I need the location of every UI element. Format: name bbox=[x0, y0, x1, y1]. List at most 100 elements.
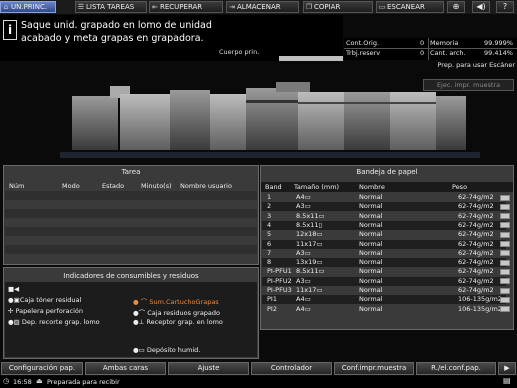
tray-size: A4▭ bbox=[296, 295, 311, 303]
tray-weight: 62-74g/m2 bbox=[458, 240, 494, 248]
warning-message: Saque unid. grapado en lomo de unidad ac… bbox=[21, 19, 341, 45]
waste-toner-box[interactable]: ●▣Caja tóner residual bbox=[8, 296, 81, 304]
tray-row[interactable]: 7 A3▭ Normal 62-74g/m2 bbox=[262, 249, 506, 258]
spine-staple-receiver[interactable]: ●⊥ Receptor grap. en lomo bbox=[133, 318, 223, 326]
tray-size: A3▭ bbox=[296, 277, 311, 285]
tray-row[interactable]: 1 A4▭ Normal 62-74g/m2 bbox=[262, 193, 506, 202]
paper-level-icon bbox=[500, 195, 510, 201]
paper-level-icon bbox=[500, 241, 510, 247]
tab-copy[interactable]: ❐ COPIAR bbox=[303, 1, 373, 13]
paper-level-icon bbox=[500, 278, 510, 284]
paper-conf-reset-button[interactable]: R./el.conf.pap. bbox=[416, 362, 496, 375]
document-icon[interactable]: ▤ bbox=[503, 376, 511, 385]
main-body-label: Cuerpo prin. bbox=[219, 48, 260, 56]
spine-trim-box[interactable]: ●▨ Dep. recorte grap. lomo bbox=[8, 318, 100, 326]
volume-icon[interactable]: ◀) bbox=[472, 1, 490, 13]
tray-band: 7 bbox=[267, 249, 272, 257]
tray-size: 8.5x11▯ bbox=[296, 221, 323, 229]
tab-recover[interactable]: ⇤ RECUPERAR bbox=[149, 1, 223, 13]
paper-level-icon bbox=[500, 222, 510, 228]
scan-icon: ▭ bbox=[378, 3, 386, 11]
tray-row[interactable]: 6 11x17▭ Normal 62-74g/m2 bbox=[262, 240, 506, 249]
file-count-value: 99.414% bbox=[484, 49, 513, 57]
help-icon[interactable]: ? bbox=[496, 1, 514, 13]
humidifier-tank[interactable]: ●▭ Depósito humid. bbox=[133, 346, 200, 354]
home-icon: ⌂ bbox=[3, 3, 9, 11]
col-header-name: Nombre bbox=[359, 183, 385, 191]
tray-row[interactable]: PI1 A4▭ Normal 106-135g/m2 bbox=[262, 295, 506, 304]
alert-dot-icon: ● bbox=[133, 298, 141, 306]
col-header-username: Nombre usuario bbox=[180, 182, 232, 190]
tray-band: 1 bbox=[267, 193, 272, 201]
col-header-num: Núm bbox=[9, 182, 25, 190]
paper-level-icon bbox=[500, 288, 510, 294]
tray-band: PI-PFU3 bbox=[267, 286, 292, 294]
tray-size: 12x18▭ bbox=[296, 230, 323, 238]
tray-weight: 62-74g/m2 bbox=[458, 212, 494, 220]
tray-row[interactable]: 3 8.5x11▭ Normal 62-74g/m2 bbox=[262, 212, 506, 221]
adjust-button[interactable]: Ajuste bbox=[168, 362, 249, 375]
orig-count-value: 0 bbox=[420, 39, 425, 47]
tray-name: Normal bbox=[359, 277, 383, 285]
recover-icon: ⇤ bbox=[152, 3, 158, 11]
col-header-size: Tamaño (mm) bbox=[294, 183, 340, 191]
status-footer: ◷ 16:58 ⏏ Preparada para recibir ▤ bbox=[0, 376, 517, 388]
tray-row[interactable]: PI2 A4▭ Normal 106-135g/m2 bbox=[262, 305, 506, 314]
camera-icon: ■◀ bbox=[8, 285, 20, 293]
tray-weight: 62-74g/m2 bbox=[458, 277, 494, 285]
col-header-tray: Band bbox=[265, 183, 282, 191]
tray-weight: 106-135g/m2 bbox=[458, 295, 502, 303]
tray-name: Normal bbox=[359, 212, 383, 220]
message-line-2: acabado y meta grapas en grapadora. bbox=[21, 33, 204, 44]
paper-level-icon bbox=[500, 204, 510, 210]
tab-scan[interactable]: ▭ ESCANEAR bbox=[376, 1, 444, 13]
tray-band: 4 bbox=[267, 221, 272, 229]
staple-cartridge-warning[interactable]: ● ⌒ Sum.CartuchoGrapas bbox=[133, 296, 219, 306]
controller-button[interactable]: Controlador bbox=[251, 362, 332, 375]
copy-icon: ❐ bbox=[305, 3, 313, 11]
tray-band: 2 bbox=[267, 202, 272, 210]
counter-panel: Cont.Orig. 0 Memoria 99.999% Trbj.reserv… bbox=[344, 38, 517, 60]
tray-row[interactable]: PI-PFU2 A3▭ Normal 62-74g/m2 bbox=[262, 277, 506, 286]
tray-row[interactable]: 2 A3▭ Normal 62-74g/m2 bbox=[262, 202, 506, 211]
col-header-mode: Modo bbox=[62, 182, 80, 190]
memory-value: 99.999% bbox=[484, 39, 513, 47]
tray-band: PI1 bbox=[267, 295, 277, 303]
tray-name: Normal bbox=[359, 202, 383, 210]
tray-row[interactable]: 8 13x19▭ Normal 62-74g/m2 bbox=[262, 258, 506, 267]
ready-status: Preparada para recibir bbox=[47, 378, 120, 386]
tray-row[interactable]: 4 8.5x11▯ Normal 62-74g/m2 bbox=[262, 221, 506, 230]
store-icon: ⇥ bbox=[229, 3, 235, 11]
next-page-icon[interactable]: ▶ bbox=[498, 362, 516, 375]
staple-waste-box[interactable]: ●⌒ Caja residuos grapado bbox=[133, 307, 220, 317]
tray-name: Normal bbox=[359, 258, 383, 266]
paper-level-icon bbox=[500, 260, 510, 266]
tank-icon: ●▭ bbox=[133, 346, 147, 354]
duplex-button[interactable]: Ambas caras bbox=[85, 362, 166, 375]
tray-weight: 62-74g/m2 bbox=[458, 286, 494, 294]
task-list[interactable] bbox=[5, 191, 257, 263]
tray-row[interactable]: PI-PFU3 11x17▭ Normal 62-74g/m2 bbox=[262, 286, 506, 295]
globe-icon[interactable]: ⊕ bbox=[447, 1, 465, 13]
tray-row[interactable]: PI-PFU1 8.5x11▭ Normal 62-74g/m2 bbox=[262, 267, 506, 276]
message-line-1: Saque unid. grapado en lomo de unidad bbox=[21, 20, 212, 31]
staple-waste-icon: ●⌒ bbox=[133, 309, 148, 317]
tray-weight: 62-74g/m2 bbox=[458, 267, 494, 275]
paper-level-icon bbox=[500, 250, 510, 256]
tab-main-unit[interactable]: ⌂ UN.PRINC. bbox=[0, 1, 56, 13]
tab-store[interactable]: ⇥ ALMACENAR bbox=[226, 1, 299, 13]
paper-level-icon bbox=[500, 269, 510, 275]
tray-band: PI-PFU1 bbox=[267, 267, 292, 275]
reserved-jobs-value: 0 bbox=[420, 49, 425, 57]
printer-illustration bbox=[60, 82, 480, 158]
tray-weight: 62-74g/m2 bbox=[458, 221, 494, 229]
memory-label: Memoria bbox=[430, 39, 459, 47]
tray-panel-title: Bandeja de papel bbox=[356, 168, 418, 176]
paper-settings-button[interactable]: Configuración pap. bbox=[1, 362, 83, 375]
punch-waste-box[interactable]: ✢ Papelera perforación bbox=[8, 307, 83, 315]
paper-level-icon bbox=[500, 306, 510, 312]
tab-job-list[interactable]: ☰ LISTA TAREAS bbox=[75, 1, 147, 13]
tray-row[interactable]: 5 12x18▭ Normal 62-74g/m2 bbox=[262, 230, 506, 239]
sample-print-settings-button[interactable]: Conf.impr.muestra bbox=[334, 362, 414, 375]
tray-weight: 62-74g/m2 bbox=[458, 230, 494, 238]
